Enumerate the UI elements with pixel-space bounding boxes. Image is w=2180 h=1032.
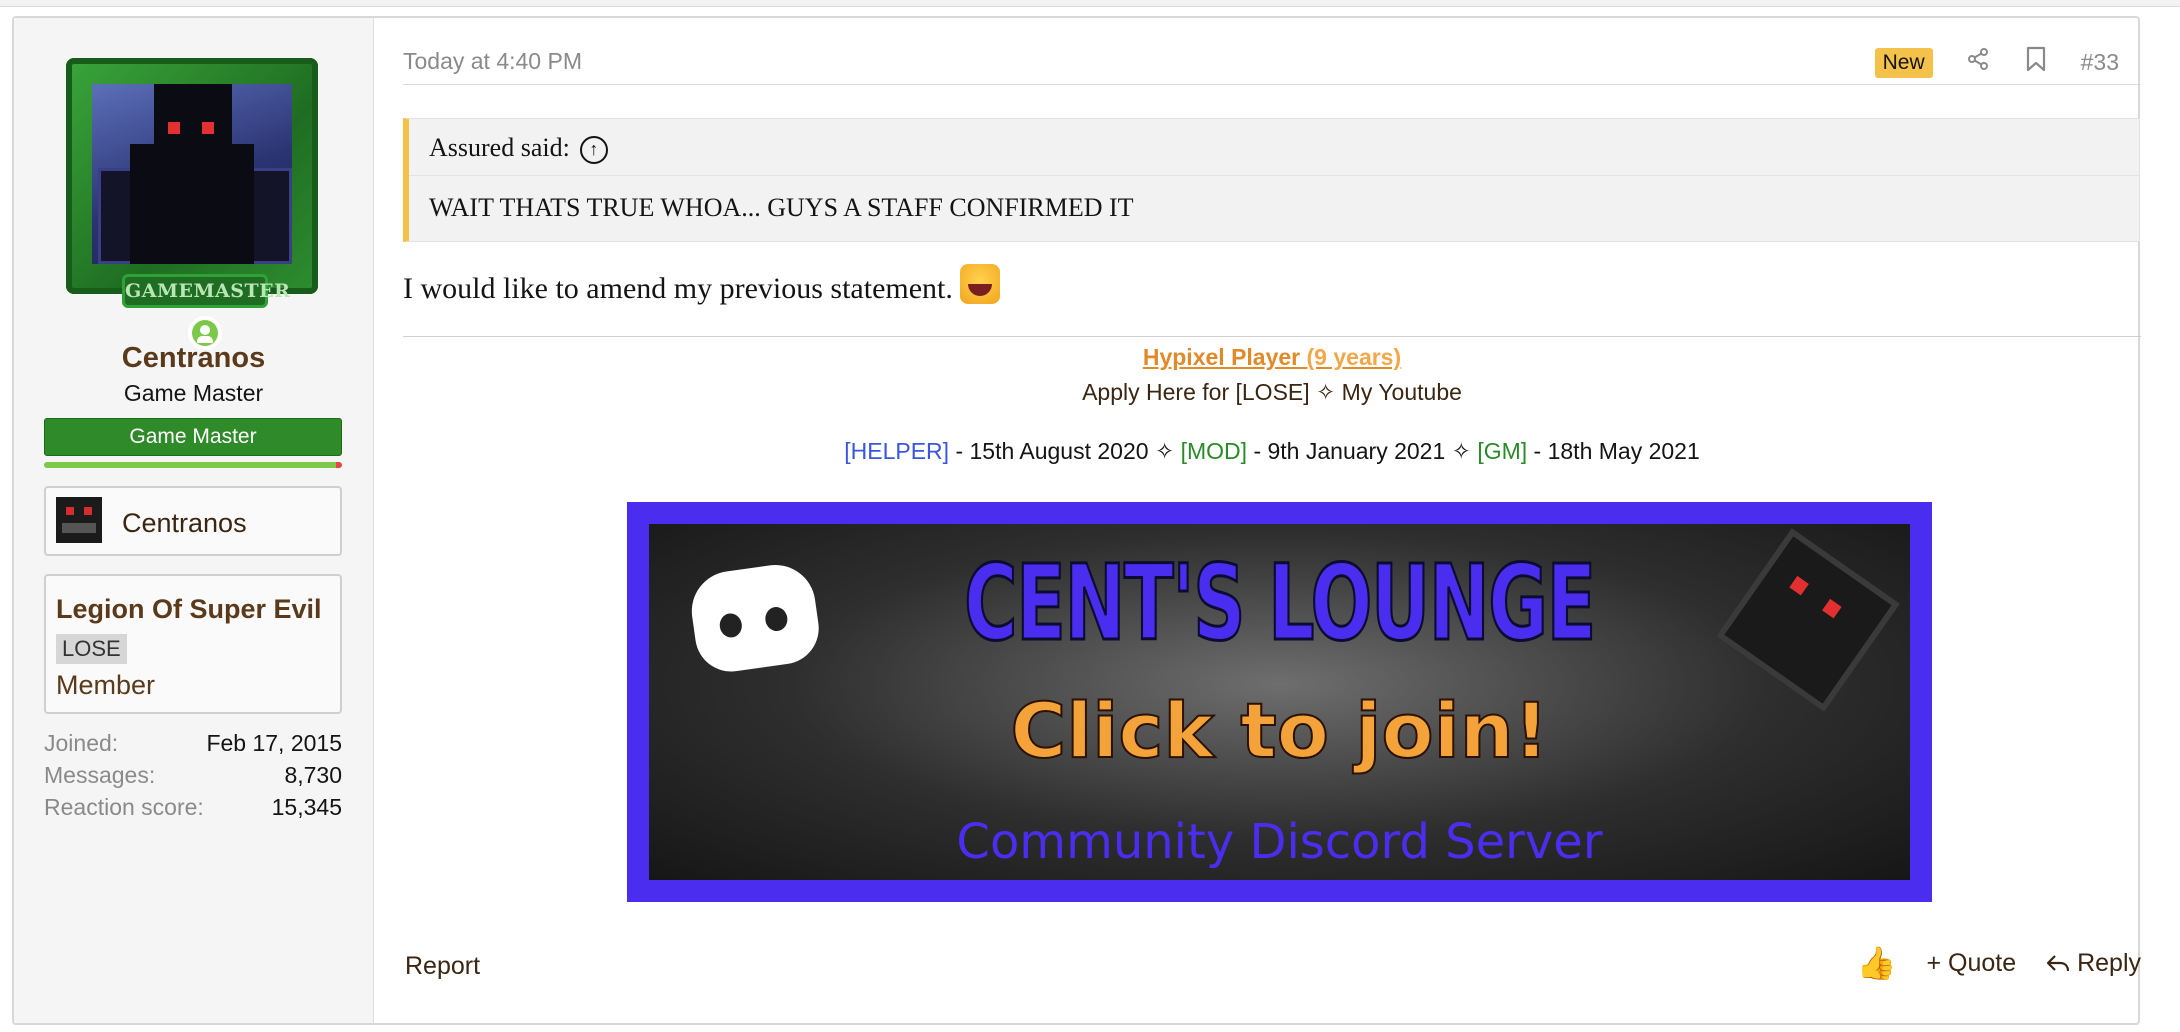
rank-progress-bar — [44, 462, 342, 468]
rank-gm: [GM] — [1477, 438, 1528, 464]
stat-label: Messages: — [44, 762, 156, 788]
report-button[interactable]: Report — [405, 952, 480, 981]
bookmark-icon[interactable] — [2023, 46, 2049, 79]
stat-value[interactable]: 8,730 — [284, 762, 342, 794]
discord-banner-image: CENT'S LOUNGE Click to join! Community D… — [649, 524, 1910, 880]
post-header: Today at 4:40 PM New #33 — [403, 46, 2119, 88]
signature-links[interactable]: Apply Here for [LOSE] ✧ My Youtube — [403, 379, 2141, 406]
stat-value: Feb 17, 2015 — [206, 730, 342, 756]
discord-banner-cta: Click to join! — [1009, 685, 1549, 776]
signature-ranks: [HELPER] - 15th August 2020 ✧ [MOD] - 9t… — [403, 438, 2141, 465]
post-number-link[interactable]: #33 — [2081, 49, 2119, 76]
rank-helper-date: - 15th August 2020 ✧ — [949, 438, 1181, 464]
discord-banner-subtitle: Community Discord Server — [956, 814, 1603, 870]
guild-name-block: Legion Of Super Evil LOSE — [56, 590, 326, 666]
jump-to-quote-icon[interactable]: ↑ — [579, 136, 608, 165]
user-stats: Joined: Feb 17, 2015 Messages: 8,730 React… — [44, 730, 342, 826]
rank-gm-date: - 18th May 2021 — [1527, 438, 1700, 464]
rank-helper: [HELPER] — [844, 438, 950, 464]
avatar-gamemaster-banner: GAMEMASTER — [122, 274, 290, 308]
signature-divider — [403, 336, 2141, 337]
creeper-head-icon — [1716, 528, 1900, 712]
quote-text: WAIT THATS TRUE WHOA... GUYS A STAFF CON… — [429, 193, 1134, 222]
discord-banner-title: CENT'S LOUNGE — [963, 541, 1597, 666]
user-sidebar: GAMEMASTER Centranos Game Master Game Ma… — [14, 18, 374, 1023]
signature: Hypixel Player (9 years) Apply Here for … — [403, 344, 2141, 465]
reply-button[interactable]: Reply — [2046, 949, 2141, 978]
guild-tag: LOSE — [56, 633, 127, 664]
avatar-frame — [66, 58, 318, 294]
post-main: Today at 4:40 PM New #33 Assured said: ↑ … — [403, 18, 2141, 1023]
quote-block: Assured said: ↑ WAIT THATS TRUE WHOA... G… — [403, 118, 2140, 242]
stat-label: Reaction score: — [44, 794, 204, 820]
page-top-border — [0, 0, 2180, 7]
avatar-image — [92, 84, 292, 264]
avatar-eye — [168, 122, 180, 134]
post-timestamp[interactable]: Today at 4:40 PM — [403, 48, 582, 75]
forum-post: GAMEMASTER Centranos Game Master Game Ma… — [12, 16, 2141, 1025]
username[interactable]: Centranos — [14, 342, 373, 375]
post-actions: 👍 + Quote Reply — [1857, 944, 2141, 982]
quote-button[interactable]: + Quote — [1926, 949, 2016, 978]
avatar-eye — [202, 122, 214, 134]
stat-row: Reaction score: 15,345 — [44, 794, 342, 826]
post-message: I would like to amend my previous statem… — [403, 264, 1001, 306]
signature-player-link[interactable]: Hypixel Player (9 years) — [403, 344, 2141, 371]
signature-years: (9 years) — [1306, 344, 1402, 370]
guild-box[interactable]: Legion Of Super Evil LOSE Member — [44, 574, 342, 714]
discord-banner-link[interactable]: CENT'S LOUNGE Click to join! Community D… — [627, 502, 1932, 902]
user-title: Game Master — [123, 380, 264, 406]
stat-label: Joined: — [44, 730, 119, 756]
like-icon[interactable]: 👍 — [1857, 944, 1897, 982]
quote-divider — [409, 175, 2139, 176]
signature-player-text: Hypixel Player — [1142, 344, 1301, 370]
stat-value: 15,345 — [271, 794, 342, 820]
quote-author-text: Assured said: — [429, 133, 570, 162]
post-header-actions: New #33 — [1874, 46, 2119, 79]
minecraft-name: Centranos — [122, 508, 247, 538]
guild-name[interactable]: Legion Of Super Evil — [56, 594, 322, 624]
rank-mod-date: - 9th January 2021 ✧ — [1247, 438, 1478, 464]
avatar-arm-right — [248, 168, 292, 264]
new-badge: New — [1874, 47, 1933, 78]
minecraft-account-box[interactable]: Centranos — [44, 486, 342, 556]
stat-row: Joined: Feb 17, 2015 — [44, 730, 342, 762]
message-text: I would like to amend my previous statem… — [403, 272, 953, 305]
avatar-head — [154, 84, 232, 180]
rank-mod: [MOD] — [1180, 438, 1248, 464]
minecraft-head-icon — [56, 497, 102, 543]
stat-row: Messages: 8,730 — [44, 762, 342, 794]
laughing-emoji-icon — [960, 264, 1001, 304]
share-icon[interactable] — [1965, 47, 1991, 78]
reply-label: Reply — [2077, 948, 2141, 977]
guild-rank: Member — [56, 670, 156, 700]
avatar[interactable]: GAMEMASTER — [60, 46, 330, 350]
reply-icon — [2047, 954, 2070, 971]
sidebar-pointer — [345, 84, 373, 140]
post-footer: Report 👍 + Quote Reply — [403, 942, 2141, 982]
quote-author[interactable]: Assured said: ↑ — [429, 133, 608, 165]
discord-logo-icon — [686, 559, 824, 677]
header-divider — [403, 84, 2141, 85]
user-banner: Game Master — [44, 418, 342, 456]
